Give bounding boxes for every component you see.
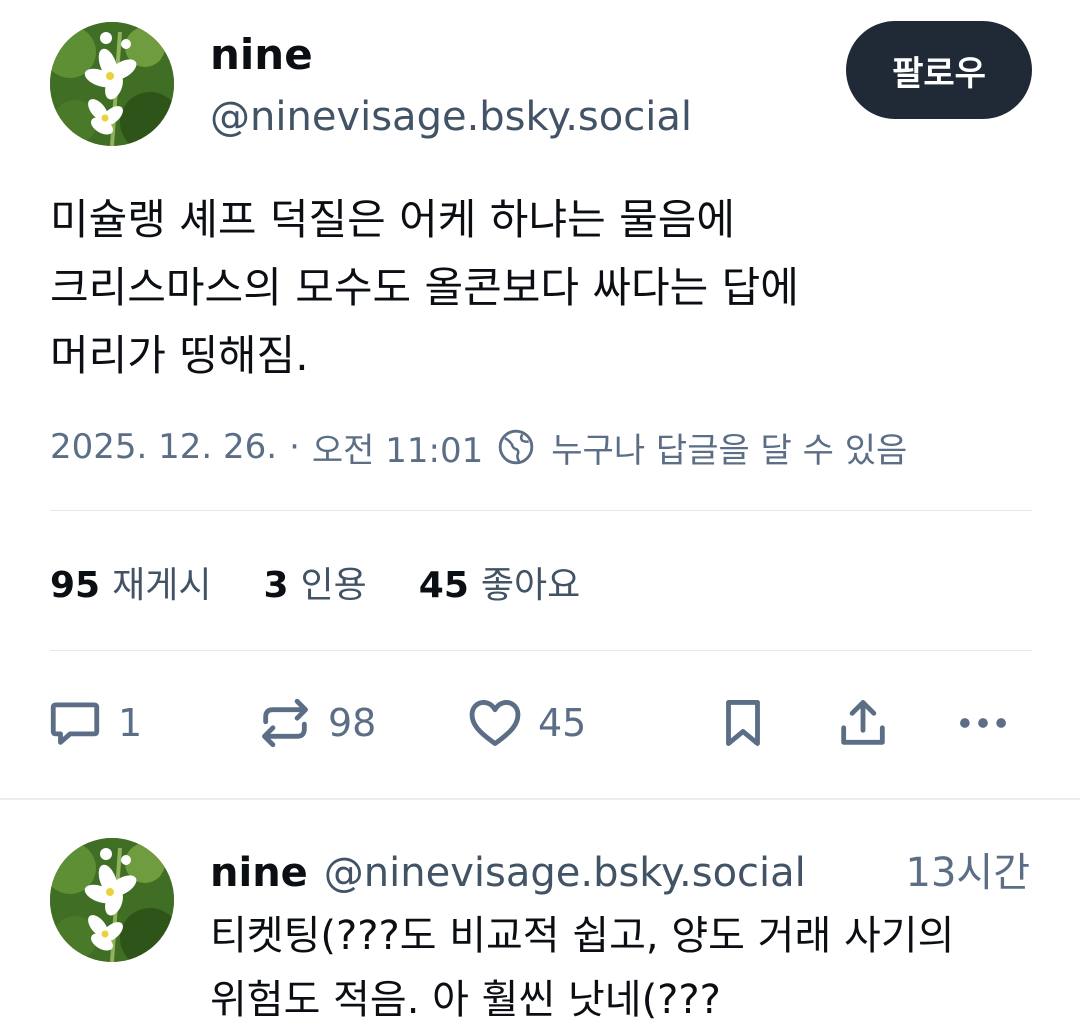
repost-action-count: 98 — [328, 701, 377, 745]
reply-author-name[interactable]: nine — [210, 850, 308, 896]
reply-author-avatar[interactable] — [50, 838, 174, 962]
meta-separator: · — [289, 427, 300, 467]
reply-timestamp[interactable]: 13시간 — [906, 840, 1031, 898]
reply-header: nine @ninevisage.bsky.social 13시간 — [210, 840, 1030, 896]
repost-label: 재게시 — [112, 565, 212, 606]
post-date[interactable]: 2025. 12. 26. — [50, 427, 277, 467]
avatar-flower-image — [50, 22, 174, 146]
author-name[interactable]: nine — [210, 30, 313, 79]
post-text-line: 미슐랭 셰프 덕질은 어케 하냐는 물음에 — [50, 195, 735, 244]
reply-text-line: 위험도 적음. 아 훨씬 낫네(??? — [210, 977, 721, 1023]
quote-stat[interactable]: 3 인용 — [263, 556, 366, 608]
like-count: 45 — [418, 565, 469, 606]
post-body: 미슐랭 셰프 덕질은 어케 하냐는 물음에 크리스마스의 모수도 올콘보다 싸다… — [50, 186, 1030, 390]
reply-body: 티켓팅(???도 비교적 쉽고, 양도 거래 사기의 위험도 적음. 아 훨씬 … — [210, 904, 1030, 1032]
main-post: nine @ninevisage.bsky.social 팔로우 미슐랭 셰프 … — [0, 0, 1080, 800]
author-avatar[interactable] — [50, 22, 174, 146]
repost-arrows-icon — [262, 698, 308, 748]
quote-label: 인용 — [300, 565, 367, 606]
ellipsis-icon — [960, 718, 1006, 728]
like-label: 좋아요 — [480, 565, 581, 606]
reply-button[interactable]: 1 — [46, 694, 142, 752]
reply-post[interactable]: nine @ninevisage.bsky.social 13시간 티켓팅(??… — [0, 800, 1080, 1031]
post-text-line: 크리스마스의 모수도 올콘보다 싸다는 답에 — [50, 263, 799, 312]
speech-bubble-icon — [50, 702, 100, 745]
heart-icon — [469, 700, 521, 746]
like-stat[interactable]: 45 좋아요 — [419, 556, 580, 608]
reply-author-handle[interactable]: @ninevisage.bsky.social — [324, 850, 806, 896]
globe-icon — [499, 429, 534, 465]
post-metadata: 2025. 12. 26. · 오전 11:01 누구나 답글을 달 수 있음 — [50, 423, 907, 472]
like-action-count: 45 — [538, 701, 587, 745]
repost-count: 95 — [50, 565, 101, 606]
avatar-flower-image — [50, 838, 174, 962]
reply-text-line: 티켓팅(???도 비교적 쉽고, 양도 거래 사기의 — [210, 913, 955, 959]
divider — [50, 650, 1032, 651]
share-upload-icon — [841, 700, 885, 745]
reply-permission[interactable]: 누구나 답글을 달 수 있음 — [551, 423, 907, 472]
repost-stat[interactable]: 95 재게시 — [50, 556, 211, 608]
like-button[interactable]: 45 — [466, 694, 586, 752]
post-text-line: 머리가 띵해짐. — [50, 331, 309, 380]
share-button[interactable] — [834, 694, 892, 752]
repost-button[interactable]: 98 — [256, 694, 376, 752]
author-handle[interactable]: @ninevisage.bsky.social — [210, 94, 692, 140]
post-time[interactable]: 오전 11:01 — [312, 423, 483, 472]
engagement-stats: 95 재게시 3 인용 45 좋아요 — [50, 556, 632, 608]
more-options-button[interactable] — [954, 694, 1012, 752]
reply-action-count: 1 — [118, 701, 143, 745]
divider — [50, 510, 1032, 511]
bookmark-icon — [726, 700, 760, 746]
follow-button[interactable]: 팔로우 — [846, 21, 1032, 119]
quote-count: 3 — [263, 565, 289, 606]
bookmark-button[interactable] — [714, 694, 772, 752]
